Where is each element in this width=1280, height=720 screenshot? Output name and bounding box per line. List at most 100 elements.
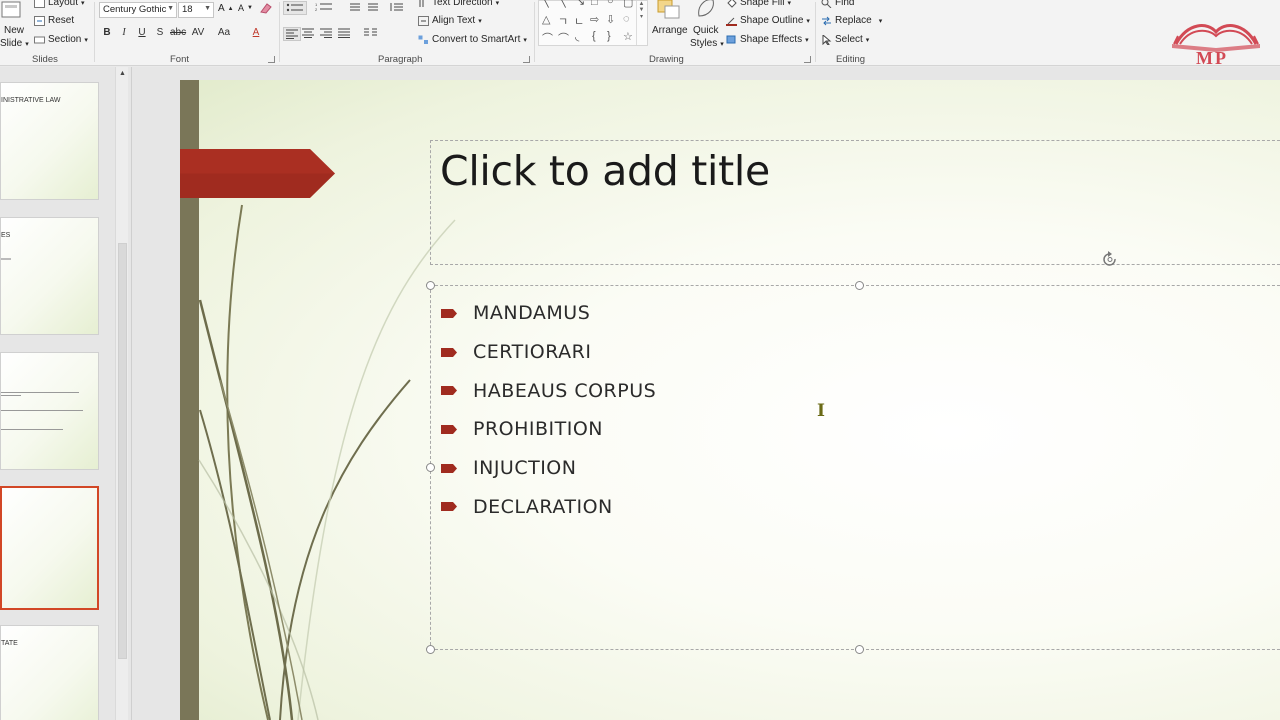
brace-shape-icon[interactable]: } — [607, 30, 611, 42]
shapes-gallery[interactable]: ╲ ╲ ↘ □ ○ ▢ △ ㄱ ㄴ ⇨ ⇩ ◌ ⌒ ⌒ ◟ { } ☆ ▲ ▼ ▾ — [538, 0, 648, 46]
align-text-label: Align Text — [432, 15, 476, 26]
shape-effects-label: Shape Effects — [740, 34, 803, 45]
paragraph-dialog-launcher-icon[interactable] — [523, 56, 530, 63]
scroll-up-icon[interactable]: ▲ — [116, 67, 129, 81]
clear-formatting-icon[interactable] — [259, 2, 273, 14]
content-placeholder[interactable]: MANDAMUS CERTIORARI HABEAUS CORPUS PROHI… — [426, 281, 1280, 654]
arrange-icon[interactable] — [654, 0, 684, 22]
quick-styles-icon[interactable] — [695, 0, 717, 22]
align-text-button[interactable]: Align Text ▾ — [418, 15, 482, 26]
change-case-icon[interactable]: Aa — [216, 27, 232, 41]
arc-shape-icon[interactable]: ◟ — [575, 30, 579, 43]
slide-thumbnail[interactable]: ES — [0, 217, 99, 335]
decrease-indent-icon[interactable] — [346, 2, 360, 12]
resize-handle[interactable] — [426, 281, 435, 290]
brace-shape-icon[interactable]: { — [592, 30, 596, 42]
section-label: Section — [48, 34, 82, 45]
resize-handle[interactable] — [426, 645, 435, 654]
rotate-handle-icon[interactable] — [1100, 250, 1120, 270]
slide-thumbnail[interactable]: INISTRATIVE LAW — [0, 82, 99, 200]
arrow-shape-icon[interactable]: ↘ — [576, 0, 585, 8]
shape-outline-button[interactable]: Shape Outline ▾ — [726, 15, 810, 26]
curve-shape-icon[interactable]: ⌒ — [558, 30, 569, 46]
down-arrow-shape-icon[interactable]: ⇩ — [606, 13, 615, 26]
bold-icon[interactable]: B — [99, 27, 115, 41]
shrink-font-icon[interactable]: A ▼ — [238, 3, 253, 13]
slide-thumbnail-selected[interactable] — [0, 486, 99, 610]
font-color-icon[interactable]: A — [248, 27, 264, 41]
gallery-scroll[interactable]: ▲ ▼ ▾ — [636, 1, 646, 45]
italic-icon[interactable]: I — [116, 27, 132, 41]
thumbnail-scrollbar[interactable]: ▲ — [115, 67, 128, 720]
title-placeholder[interactable]: Click to add title — [430, 140, 1280, 266]
bullet-item[interactable]: HABEAUS CORPUS — [441, 371, 656, 410]
justify-icon[interactable] — [338, 28, 350, 38]
elbow-arrow-icon[interactable]: ㄴ — [574, 13, 584, 29]
arrow-bullet-icon — [441, 308, 457, 318]
line-spacing-icon[interactable] — [389, 2, 403, 12]
arrange-label[interactable]: Arrange — [652, 25, 688, 36]
rounded-rect-shape-icon[interactable]: ▢ — [623, 0, 633, 9]
bullets-icon[interactable] — [283, 1, 307, 15]
bullet-item[interactable]: PROHIBITION — [441, 410, 656, 449]
convert-smartart-button[interactable]: Convert to SmartArt ▾ — [418, 34, 527, 45]
callout-shape-icon[interactable]: ◌ — [623, 13, 630, 25]
reset-button[interactable]: Reset — [34, 15, 74, 26]
layout-button[interactable]: Layout ▾ — [34, 0, 85, 8]
paragraph-group-label: Paragraph — [378, 54, 423, 65]
right-arrow-shape-icon[interactable]: ⇨ — [590, 13, 599, 26]
thumbnail-title: INISTRATIVE LAW — [1, 97, 61, 104]
slide-thumbnail-pane: INISTRATIVE LAW ES TATE ▲ — [0, 67, 132, 720]
find-button[interactable]: Find — [821, 0, 854, 8]
bullet-item[interactable]: CERTIORARI — [441, 333, 656, 372]
drawing-dialog-launcher-icon[interactable] — [804, 56, 811, 63]
align-center-icon[interactable] — [302, 28, 314, 38]
convert-smartart-label: Convert to SmartArt — [432, 34, 521, 45]
star-shape-icon[interactable]: ☆ — [623, 30, 633, 43]
strikethrough-icon[interactable]: abc — [170, 27, 186, 41]
font-name-combo[interactable]: Century Gothic ▼ — [99, 2, 177, 18]
align-left-icon[interactable] — [283, 27, 301, 41]
new-slide-dropdown[interactable]: Slide ▾ — [0, 38, 29, 49]
numbering-icon[interactable]: 12 — [315, 2, 333, 12]
curve-shape-icon[interactable]: ⌒ — [542, 30, 553, 46]
thumbnail-text-line — [1, 395, 21, 396]
title-placeholder-text[interactable]: Click to add title — [440, 147, 770, 195]
select-button[interactable]: Select ▾ — [821, 33, 869, 46]
oval-shape-icon[interactable]: ○ — [607, 0, 614, 7]
slide-thumbnail[interactable] — [0, 352, 99, 470]
slide-thumbnail[interactable]: TATE — [0, 625, 99, 720]
increase-indent-icon[interactable] — [364, 2, 378, 12]
quick-styles-label[interactable]: Quick — [693, 25, 719, 36]
section-icon — [34, 35, 45, 45]
font-dialog-launcher-icon[interactable] — [268, 56, 275, 63]
rectangle-shape-icon[interactable]: □ — [591, 0, 598, 8]
character-spacing-icon[interactable]: AV — [190, 27, 206, 41]
scrollbar-thumb[interactable] — [118, 243, 127, 659]
text-direction-button[interactable]: Text Direction ▾ — [418, 0, 499, 8]
font-size-combo[interactable]: 18 ▼ — [178, 2, 214, 18]
bullet-text: DECLARATION — [473, 495, 613, 518]
new-slide-label[interactable]: New — [4, 25, 24, 36]
text-shadow-icon[interactable]: S — [152, 27, 168, 41]
columns-icon[interactable] — [364, 28, 378, 38]
underline-icon[interactable]: U — [134, 27, 150, 41]
resize-handle[interactable] — [426, 463, 435, 472]
shape-effects-button[interactable]: Shape Effects ▾ — [726, 34, 809, 45]
grow-font-icon[interactable]: A ▲ — [218, 3, 234, 14]
shape-fill-button[interactable]: Shape Fill ▾ — [726, 0, 791, 8]
bullet-item[interactable]: MANDAMUS — [441, 294, 656, 333]
line-shape-icon[interactable]: ╲ — [542, 0, 549, 8]
line-shape-icon[interactable]: ╲ — [559, 0, 566, 8]
replace-button[interactable]: Replace ▾ — [821, 15, 882, 26]
align-right-icon[interactable] — [320, 28, 332, 38]
quick-styles-dropdown[interactable]: Styles ▾ — [690, 38, 724, 49]
bullet-item[interactable]: DECLARATION — [441, 487, 656, 526]
bullet-item[interactable]: INJUCTION — [441, 449, 656, 488]
section-button[interactable]: Section ▾ — [34, 34, 88, 45]
resize-handle[interactable] — [855, 281, 864, 290]
resize-handle[interactable] — [855, 645, 864, 654]
new-slide-icon[interactable] — [0, 0, 26, 20]
triangle-shape-icon[interactable]: △ — [542, 13, 550, 26]
elbow-connector-icon[interactable]: ㄱ — [558, 13, 568, 29]
